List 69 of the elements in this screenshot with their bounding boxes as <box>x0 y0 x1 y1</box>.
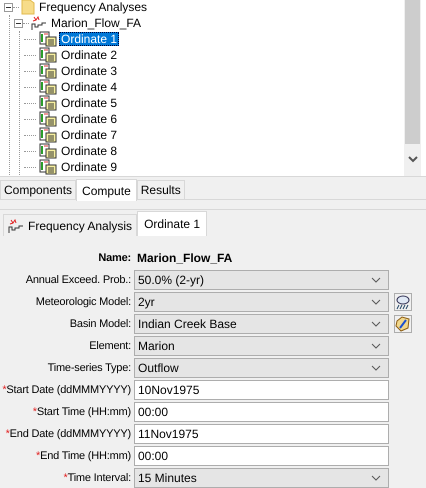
tab[interactable]: Compute <box>76 179 137 201</box>
dropdown[interactable]: 50.0% (2-yr) <box>134 270 389 290</box>
document-icon <box>39 127 57 143</box>
document-icon <box>39 31 57 47</box>
field-label: End Time (HH:mm) <box>40 450 131 462</box>
field-label: Start Time (HH:mm) <box>36 406 131 418</box>
tree-item[interactable]: Marion_Flow_FA <box>49 16 144 30</box>
tree-item[interactable]: Ordinate 6 <box>59 112 120 126</box>
input-field[interactable]: 10Nov1975 <box>134 380 389 400</box>
chevron-down-icon <box>371 343 381 349</box>
collapse-toggle[interactable] <box>4 2 13 12</box>
document-icon <box>39 95 57 111</box>
dropdown[interactable]: 2yr <box>134 292 389 312</box>
tree-item[interactable]: Ordinate 8 <box>59 144 120 158</box>
field-label: Basin Model: <box>70 318 131 330</box>
tab[interactable]: Results <box>136 180 185 199</box>
field-label: Time Interval: <box>68 472 131 484</box>
chevron-down-icon <box>371 321 381 327</box>
dropdown[interactable]: 15 Minutes <box>134 468 389 488</box>
name-label: Name: <box>97 252 132 264</box>
tree-item[interactable]: Ordinate 4 <box>59 80 120 94</box>
chart-icon <box>8 218 24 234</box>
dropdown[interactable]: Marion <box>134 336 389 356</box>
tab[interactable]: Components <box>0 180 76 199</box>
document-icon <box>39 47 57 63</box>
input-field[interactable]: 00:00 <box>134 402 389 422</box>
input-field[interactable]: 11Nov1975 <box>134 424 389 444</box>
field-label: Time-series Type: <box>48 362 131 374</box>
document-icon <box>39 79 57 95</box>
chevron-down-icon <box>371 475 381 481</box>
tree-item[interactable]: Ordinate 1 <box>59 32 120 46</box>
collapse-toggle[interactable] <box>14 18 23 28</box>
document-icon <box>39 63 57 79</box>
required-mark: * <box>2 384 6 396</box>
scrollbar-thumb[interactable] <box>405 0 420 144</box>
required-mark: * <box>6 428 10 440</box>
field-label: Meteorologic Model: <box>36 296 131 308</box>
dropdown[interactable]: Indian Creek Base <box>134 314 389 334</box>
tree-item[interactable]: Ordinate 5 <box>59 96 120 110</box>
tree-item[interactable]: Ordinate 7 <box>59 128 120 142</box>
field-label: Start Date (ddMMMYYYY) <box>6 384 131 396</box>
scrollbar[interactable] <box>404 0 421 176</box>
document-icon <box>39 111 57 127</box>
tab[interactable]: Ordinate 1 <box>137 211 208 236</box>
input-field[interactable]: 00:00 <box>134 446 389 466</box>
chevron-down-icon <box>371 365 381 371</box>
tree-item[interactable]: Ordinate 9 <box>59 160 120 174</box>
tree-item[interactable]: Ordinate 2 <box>59 48 120 62</box>
basin-button[interactable] <box>394 315 412 333</box>
field-label: Element: <box>89 340 131 352</box>
map-pin-icon <box>395 316 411 332</box>
required-mark: * <box>32 406 37 418</box>
required-mark: * <box>63 472 68 484</box>
scroll-down-icon[interactable] <box>408 156 418 163</box>
cloud-rain-icon <box>395 294 411 310</box>
tree-item[interactable]: Ordinate 3 <box>59 64 120 78</box>
dropdown[interactable]: Outflow <box>134 358 389 378</box>
chevron-down-icon <box>371 299 381 305</box>
document-icon <box>39 143 57 159</box>
chart-icon <box>31 15 47 31</box>
folder-icon <box>21 0 35 15</box>
field-label: Annual Exceed. Prob.: <box>26 274 131 286</box>
required-mark: * <box>36 450 40 462</box>
tree-item[interactable]: Frequency Analyses <box>37 0 150 14</box>
weather-button[interactable] <box>394 293 412 311</box>
chevron-down-icon <box>371 277 381 283</box>
name-value: Marion_Flow_FA <box>136 251 232 265</box>
tab[interactable]: Frequency Analysis <box>3 214 138 236</box>
field-label: End Date (ddMMMYYYY) <box>10 428 131 440</box>
